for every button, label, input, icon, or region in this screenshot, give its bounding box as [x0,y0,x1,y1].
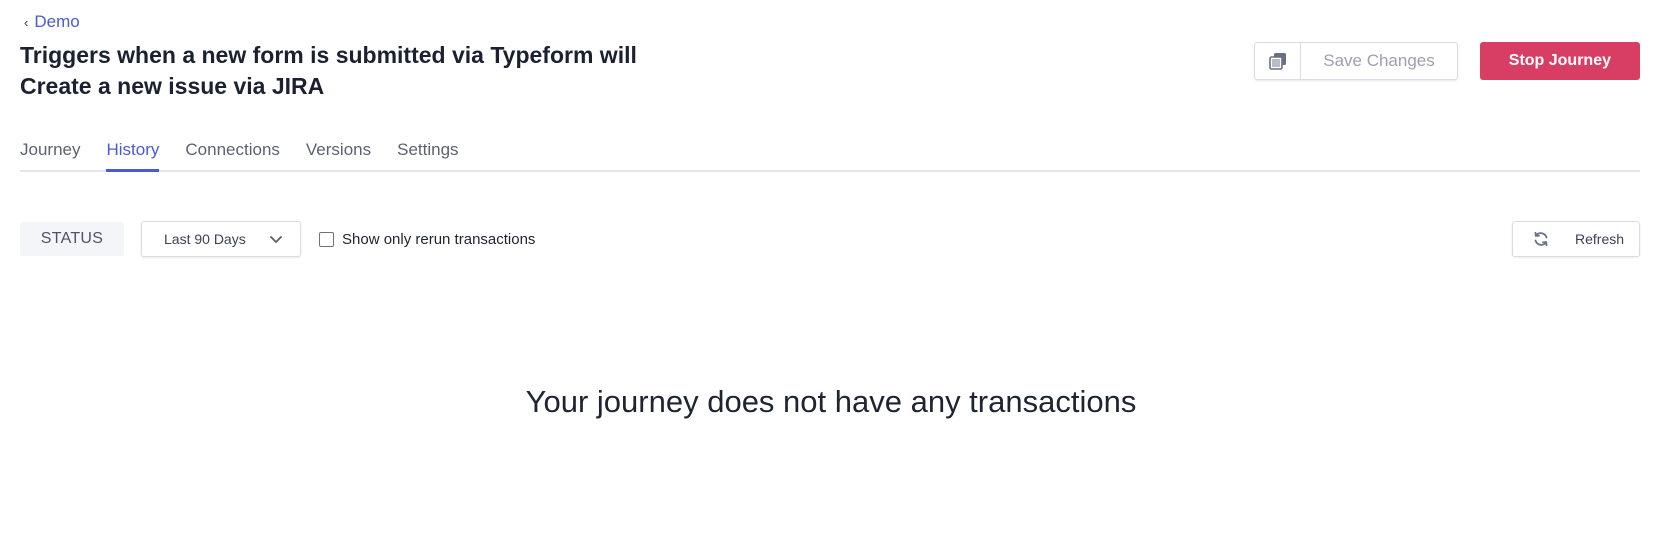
tab-history[interactable]: History [106,134,159,172]
page-title-line-1: Triggers when a new form is submitted vi… [20,42,637,68]
date-range-select[interactable]: Last 90 Days [141,221,301,257]
header-actions: Save Changes Stop Journey [1254,42,1640,80]
tab-journey[interactable]: Journey [20,134,80,170]
refresh-button[interactable]: Refresh [1512,221,1640,257]
empty-state-message: Your journey does not have any transacti… [525,384,1137,419]
save-button-group: Save Changes [1254,42,1458,80]
tab-connections[interactable]: Connections [185,134,280,170]
chevron-down-icon [270,235,282,243]
refresh-label: Refresh [1575,231,1625,247]
filter-bar: STATUS Last 90 Days Show only rerun tran… [20,221,535,257]
tab-settings[interactable]: Settings [397,134,458,170]
save-changes-button[interactable]: Save Changes [1301,43,1457,79]
tab-versions[interactable]: Versions [306,134,371,170]
page-title: Triggers when a new form is submitted vi… [20,40,700,102]
date-range-value: Last 90 Days [164,231,246,247]
rerun-checkbox[interactable] [319,231,334,247]
copy-icon [1268,53,1286,70]
rerun-filter: Show only rerun transactions [319,231,535,248]
chevron-left-icon: ‹ [24,14,29,30]
refresh-icon [1534,231,1548,247]
stop-journey-button[interactable]: Stop Journey [1479,42,1640,80]
tab-bar: Journey History Connections Versions Set… [20,134,1640,172]
rerun-label: Show only rerun transactions [342,230,536,248]
back-link-demo[interactable]: ‹ Demo [24,12,80,32]
back-link-label: Demo [34,12,80,31]
status-filter-button[interactable]: STATUS [20,222,124,256]
copy-button[interactable] [1255,43,1302,79]
page-title-line-2: Create a new issue via JIRA [20,73,325,99]
